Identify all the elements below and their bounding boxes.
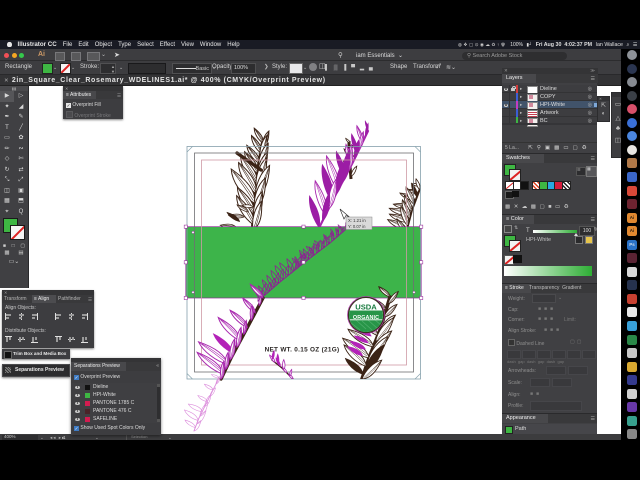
svg-text:X: 1.21 in: X: 1.21 in: [348, 218, 366, 223]
svg-text:USDA: USDA: [355, 303, 377, 312]
svg-text:ORGANIC: ORGANIC: [353, 315, 379, 321]
svg-text:Y: 0.07 in: Y: 0.07 in: [348, 224, 366, 229]
svg-text:NET WT. 0.15 OZ (21G): NET WT. 0.15 OZ (21G): [265, 347, 340, 354]
